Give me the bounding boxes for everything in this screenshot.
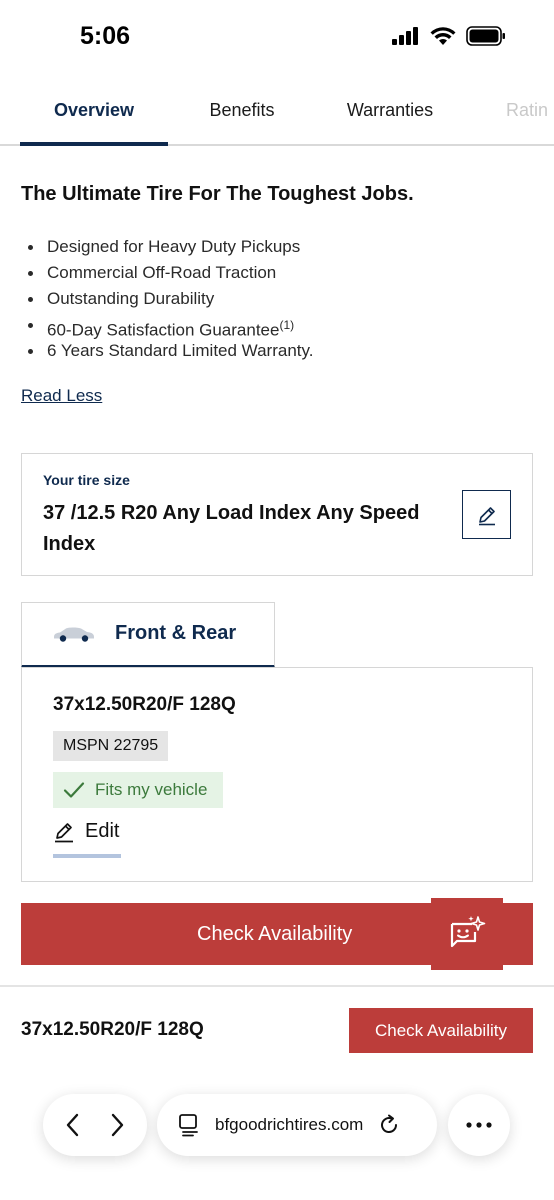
- feature-list: Designed for Heavy Duty Pickups Commerci…: [21, 234, 313, 364]
- browser-nav-group: [43, 1094, 147, 1156]
- tire-product-card: 37x12.50R20/F 128Q MSPN 22795 Fits my ve…: [21, 667, 533, 882]
- fitment-text: Fits my vehicle: [95, 780, 208, 799]
- edit-underline: [53, 854, 121, 858]
- tab-warranties[interactable]: Warranties: [316, 76, 464, 144]
- tab-overview[interactable]: Overview: [20, 76, 168, 146]
- cellular-signal-icon: [392, 27, 418, 45]
- list-item: Commercial Off-Road Traction: [21, 260, 313, 286]
- product-headline: The Ultimate Tire For The Toughest Jobs.: [21, 183, 414, 205]
- edit-tire-size-button[interactable]: [462, 490, 511, 539]
- status-bar: 5:06: [0, 0, 554, 76]
- sticky-check-availability-button[interactable]: Check Availability: [349, 1008, 533, 1053]
- url-text: bfgoodrichtires.com: [215, 1115, 364, 1134]
- status-time: 5:06: [80, 22, 131, 50]
- reload-icon[interactable]: [377, 1113, 401, 1137]
- wifi-icon: [430, 26, 456, 45]
- back-icon[interactable]: [61, 1111, 85, 1139]
- address-bar[interactable]: bfgoodrichtires.com: [157, 1094, 437, 1156]
- list-item: Outstanding Durability: [21, 286, 313, 312]
- edit-vehicle-button[interactable]: Edit: [53, 820, 119, 843]
- sticky-product-title: 37x12.50R20/F 128Q: [21, 1019, 204, 1040]
- tab-front-rear[interactable]: Front & Rear: [21, 602, 275, 668]
- tab-benefits[interactable]: Benefits: [168, 76, 316, 144]
- status-icons: [392, 26, 506, 46]
- check-availability-label: Check Availability: [197, 922, 353, 945]
- list-item: 60-Day Satisfaction Guarantee(1): [21, 312, 313, 340]
- tire-size-card: Your tire size 37 /12.5 R20 Any Load Ind…: [21, 453, 533, 576]
- checkmark-icon: [63, 782, 85, 798]
- mspn-badge: MSPN 22795: [53, 731, 169, 761]
- pencil-icon: [55, 822, 73, 842]
- read-less-link[interactable]: Read Less: [21, 386, 102, 406]
- tab-front-rear-label: Front & Rear: [115, 622, 237, 644]
- check-availability-button[interactable]: Check Availability: [21, 898, 533, 970]
- more-options-button[interactable]: [448, 1094, 510, 1156]
- ellipsis-icon: [466, 1122, 492, 1128]
- tire-size-value: 37 /12.5 R20 Any Load Index Any Speed In…: [43, 502, 420, 555]
- chat-sparkle-icon: [450, 916, 486, 948]
- fitment-badge: Fits my vehicle: [53, 772, 223, 808]
- edit-label: Edit: [85, 820, 120, 842]
- tire-size-label: Your tire size: [43, 472, 130, 488]
- list-item: 6 Years Standard Limited Warranty.: [21, 338, 313, 364]
- browser-toolbar: bfgoodrichtires.com: [0, 1094, 554, 1156]
- pencil-icon: [478, 506, 495, 525]
- reader-mode-icon[interactable]: [177, 1113, 201, 1137]
- chat-assistant-button[interactable]: [431, 898, 503, 970]
- tab-ratings[interactable]: Ratin: [464, 76, 554, 144]
- sticky-divider: [0, 985, 554, 987]
- forward-icon[interactable]: [105, 1111, 129, 1139]
- tire-product-title: 37x12.50R20/F 128Q: [53, 694, 236, 715]
- section-tabs: Overview Benefits Warranties Ratin: [0, 76, 554, 146]
- battery-icon: [466, 26, 505, 46]
- footnote-ref[interactable]: (1): [279, 318, 294, 332]
- car-icon: [54, 627, 94, 642]
- list-item: Designed for Heavy Duty Pickups: [21, 234, 313, 260]
